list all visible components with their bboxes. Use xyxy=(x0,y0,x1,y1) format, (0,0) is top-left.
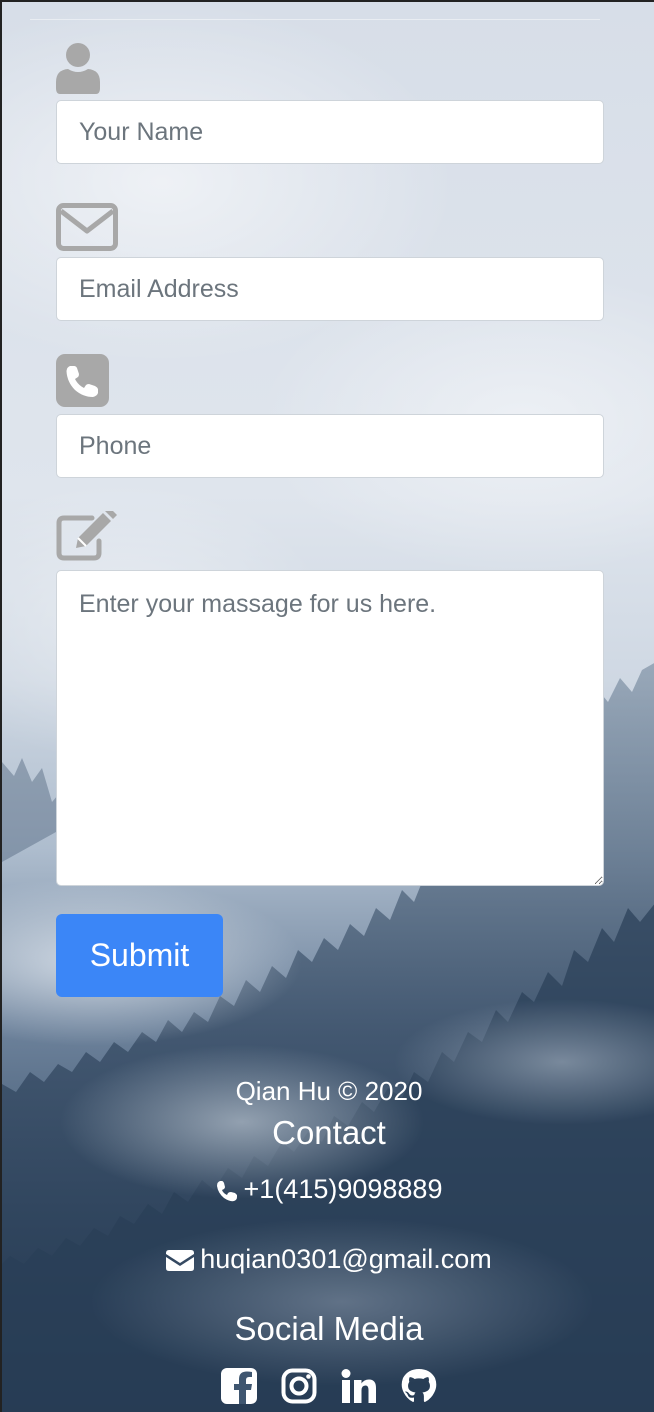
submit-button[interactable]: Submit xyxy=(56,914,223,997)
github-icon[interactable] xyxy=(401,1368,437,1404)
name-field[interactable] xyxy=(56,100,604,164)
envelope-icon xyxy=(166,1250,195,1272)
contact-page: Submit Qian Hu © 2020 Contact +1(415)909… xyxy=(0,0,654,1412)
facebook-icon[interactable] xyxy=(221,1368,257,1404)
copyright-text: Qian Hu © 2020 xyxy=(235,1076,423,1106)
contact-heading: Contact xyxy=(272,1114,386,1151)
social-media-heading: Social Media xyxy=(234,1310,424,1347)
edit-icon xyxy=(56,511,118,561)
instagram-icon[interactable] xyxy=(281,1368,317,1404)
phone-icon xyxy=(216,1180,238,1202)
social-links xyxy=(2,1368,654,1404)
message-field[interactable] xyxy=(56,570,604,886)
divider xyxy=(30,19,600,20)
email-field[interactable] xyxy=(56,257,604,321)
phone-field[interactable] xyxy=(56,414,604,478)
envelope-icon xyxy=(56,203,118,251)
contact-email-text[interactable]: huqian0301@gmail.com xyxy=(200,1244,492,1274)
contact-phone-text: +1(415)9098889 xyxy=(243,1174,443,1204)
user-icon xyxy=(56,42,100,94)
contact-email: huqian0301@gmail.com xyxy=(2,1244,654,1275)
linkedin-icon[interactable] xyxy=(341,1368,377,1404)
contact-phone: +1(415)9098889 xyxy=(2,1174,654,1205)
phone-square-icon xyxy=(56,354,109,407)
